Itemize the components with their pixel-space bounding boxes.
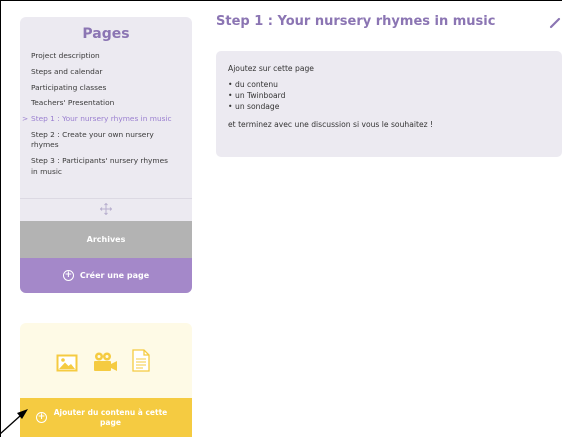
list-item: un Twinboard [228, 90, 562, 101]
screenshot-border-left [0, 0, 1, 437]
create-page-button[interactable]: + Créer une page [20, 258, 192, 293]
screenshot-border-top [0, 0, 562, 1]
video-camera-icon[interactable] [92, 352, 118, 376]
image-icon[interactable] [56, 354, 78, 376]
edit-pencil-icon[interactable] [548, 15, 562, 29]
page-item-step-1[interactable]: Step 1 : Your nursery rhymes in music [22, 114, 192, 125]
list-item: un sondage [228, 101, 562, 112]
archives-label: Archives [86, 235, 126, 244]
content-intro: Ajoutez sur cette page [228, 64, 314, 73]
page-item-teachers-presentation[interactable]: Teachers' Presentation [31, 98, 192, 109]
add-circle-icon: + [62, 270, 74, 281]
annotation-arrow-icon [0, 409, 28, 437]
page-item-steps-calendar[interactable]: Steps and calendar [31, 67, 192, 78]
reorder-handle[interactable] [20, 198, 192, 220]
page-item-step-2[interactable]: Step 2 : Create your own nursery rhymes [31, 130, 192, 151]
page-item-participating-classes[interactable]: Participating classes [31, 83, 192, 94]
list-item: du contenu [228, 79, 562, 90]
page-item-project-description[interactable]: Project description [31, 51, 192, 62]
content-bullet-list: du contenu un Twinboard un sondage [228, 79, 562, 112]
document-icon[interactable] [132, 349, 150, 376]
create-page-label: Créer une page [79, 271, 150, 280]
page-item-step-3[interactable]: Step 3 : Participants' nursery rhymes in… [31, 156, 192, 177]
page-title: Step 1 : Your nursery rhymes in music [216, 14, 496, 29]
pages-panel: Pages Project description Steps and cale… [20, 17, 192, 293]
move-icon [99, 202, 113, 217]
page-content-card: Ajoutez sur cette page du contenu un Twi… [216, 51, 562, 157]
pages-title: Pages [82, 26, 130, 42]
archives-button[interactable]: Archives [20, 221, 192, 258]
page-list: Project description Steps and calendar P… [20, 51, 192, 177]
content-outro: et terminez avec une discussion si vous … [228, 120, 434, 129]
media-icons [56, 349, 150, 376]
